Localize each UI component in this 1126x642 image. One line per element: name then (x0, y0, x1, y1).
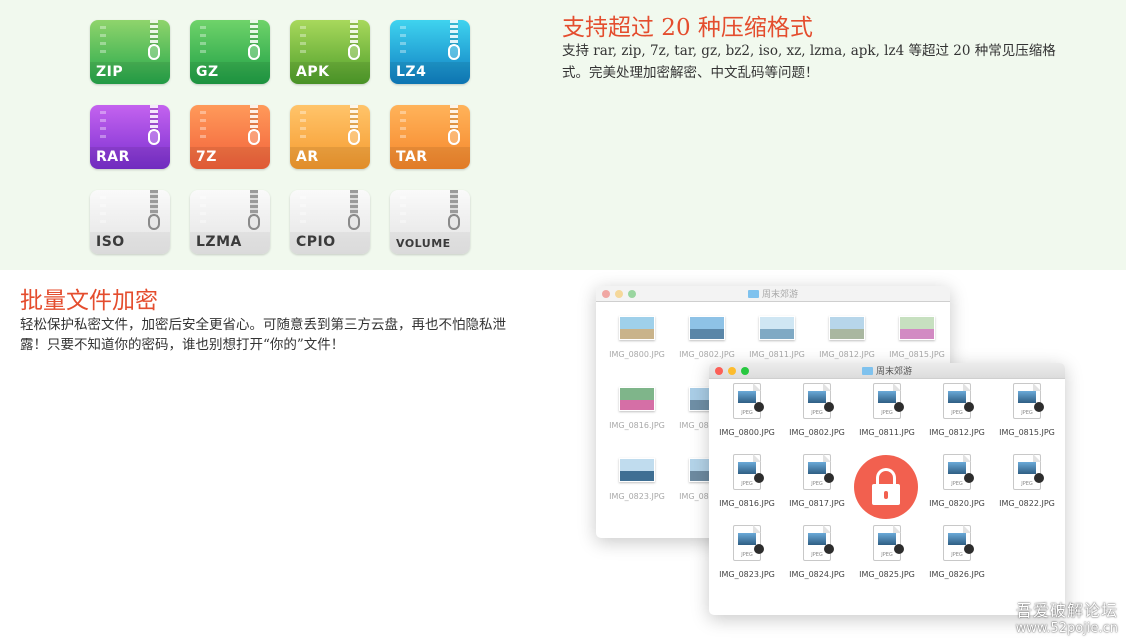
format-icon-iso: ISO (90, 190, 170, 254)
format-label: AR (296, 149, 319, 165)
lock-badge-icon (824, 473, 834, 483)
encrypted-jpeg-icon: JPEG (1013, 383, 1044, 419)
folder-icon (747, 290, 759, 298)
encrypted-jpeg-icon: JPEG (873, 383, 904, 419)
format-icon-ar: AR (290, 105, 370, 169)
encrypted-jpeg-icon: JPEG (943, 525, 974, 561)
zipper-icon (250, 105, 258, 131)
zipper-icon (350, 20, 358, 46)
zipper-icon (450, 190, 458, 216)
format-icon-zip: ZIP (90, 20, 170, 84)
window-title: 周末郊游 (761, 290, 798, 300)
zipper-icon (150, 20, 158, 46)
lock-badge-icon (824, 544, 834, 554)
encrypt-title: 批量文件加密 (20, 288, 158, 314)
photo-thumbnail (619, 458, 655, 482)
format-label: 7Z (196, 149, 217, 165)
format-label: ZIP (96, 64, 124, 80)
encrypted-jpeg-icon: JPEG (803, 383, 834, 419)
window-titlebar: 周末郊游 (596, 286, 950, 302)
encrypted-jpeg-icon: JPEG (1013, 454, 1044, 490)
lock-badge-icon (894, 402, 904, 412)
zipper-icon (250, 20, 258, 46)
format-icon-gz: GZ (190, 20, 270, 84)
zipper-icon (150, 105, 158, 131)
lock-icon (854, 455, 918, 519)
file-name: IMG_0826.JPG (929, 570, 985, 579)
format-icon-volume: VOLUME (390, 190, 470, 254)
zipper-icon (450, 20, 458, 46)
encrypted-jpeg-icon: JPEG (733, 383, 764, 419)
format-icon-7z: 7Z (190, 105, 270, 169)
encrypted-jpeg-icon: JPEG (943, 383, 974, 419)
window-title: 周末郊游 (875, 367, 912, 377)
encrypt-description-line2: 露！只要不知道你的密码，谁也别想打开“你的”文件！ (20, 337, 345, 353)
photo-thumbnail (899, 316, 935, 340)
window-titlebar: 周末郊游 (709, 363, 1065, 379)
lock-badge-icon (754, 544, 764, 554)
file-name: IMG_0815.JPG (889, 350, 945, 359)
site-watermark: 吾爱破解论坛 www.52pojie.cn (1016, 597, 1118, 636)
lock-badge-icon (1034, 402, 1044, 412)
lock-badge-icon (754, 402, 764, 412)
encrypted-jpeg-icon: JPEG (943, 454, 974, 490)
format-label: GZ (196, 64, 219, 80)
watermark-text: 吾爱破解论坛 (1015, 601, 1118, 620)
zipper-icon (250, 190, 258, 216)
encrypted-jpeg-icon: JPEG (873, 525, 904, 561)
encrypted-jpeg-icon: JPEG (803, 525, 834, 561)
file-name: IMG_0817.JPG (789, 499, 845, 508)
format-label: LZMA (196, 234, 242, 250)
format-icon-tar: TAR (390, 105, 470, 169)
format-label: LZ4 (396, 64, 427, 80)
format-label: CPIO (296, 234, 336, 250)
zipper-icon (450, 105, 458, 131)
zipper-icon (150, 190, 158, 216)
folder-icon (861, 367, 873, 375)
lock-badge-icon (824, 402, 834, 412)
format-label: TAR (396, 149, 428, 165)
lock-badge-icon (964, 402, 974, 412)
photo-thumbnail (829, 316, 865, 340)
lock-badge-icon (894, 544, 904, 554)
format-label: VOLUME (396, 237, 451, 250)
photo-thumbnail (689, 316, 725, 340)
file-name: IMG_0815.JPG (999, 428, 1055, 437)
photo-thumbnail (619, 387, 655, 411)
lock-badge-icon (754, 473, 764, 483)
zipper-icon (350, 190, 358, 216)
lock-badge-icon (964, 544, 974, 554)
format-icon-lzma: LZMA (190, 190, 270, 254)
encrypted-jpeg-icon: JPEG (803, 454, 834, 490)
format-icon-lz4: LZ4 (390, 20, 470, 84)
format-icon-rar: RAR (90, 105, 170, 169)
format-label: APK (296, 64, 330, 80)
lock-badge-icon (964, 473, 974, 483)
encrypted-jpeg-icon: JPEG (733, 525, 764, 561)
format-icon-apk: APK (290, 20, 370, 84)
photo-thumbnail (619, 316, 655, 340)
format-label: ISO (96, 234, 125, 250)
format-icon-cpio: CPIO (290, 190, 370, 254)
formats-title: 支持超过 20 种压缩格式 (562, 15, 813, 41)
photo-thumbnail (759, 316, 795, 340)
zipper-icon (350, 105, 358, 131)
format-label: RAR (96, 149, 130, 165)
encrypted-jpeg-icon: JPEG (733, 454, 764, 490)
file-name: IMG_0822.JPG (999, 499, 1055, 508)
formats-description-line2: 式。完美处理加密解密、中文乱码等问题！ (562, 65, 819, 81)
formats-description-line1: 支持 rar, zip, 7z, tar, gz, bz2, iso, xz, … (562, 43, 1056, 59)
lock-badge-icon (1034, 473, 1044, 483)
watermark-url: www.52pojie.cn (1015, 621, 1118, 636)
encrypt-description-line1: 轻松保护私密文件，加密后安全更省心。可随意丢到第三方云盘，再也不怕隐私泄 (20, 317, 506, 333)
